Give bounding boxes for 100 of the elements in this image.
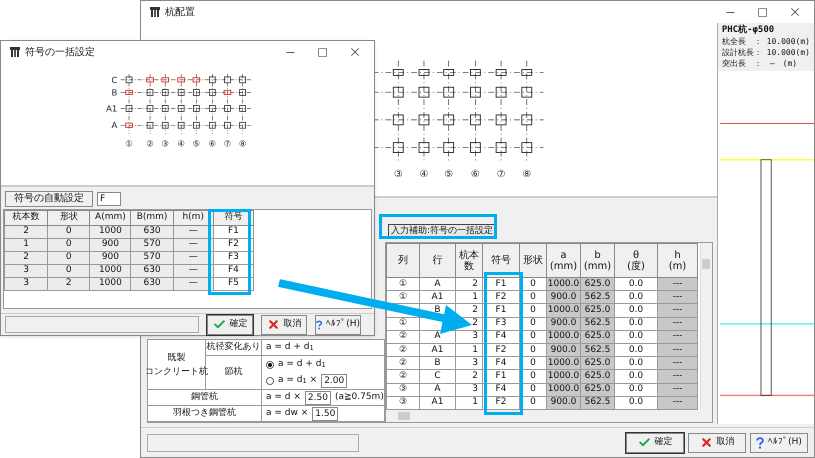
table-cell: A <box>420 278 456 291</box>
confirm-button[interactable]: 確定 <box>207 314 253 334</box>
pile-marker <box>496 86 506 98</box>
table-cell: C <box>420 370 456 383</box>
radio-button[interactable] <box>266 376 274 384</box>
formula-text: a = dw × <box>266 406 308 420</box>
column-label: ⑤ <box>192 138 200 148</box>
column-header: 列 <box>386 244 420 278</box>
table-cell: 1000.0 <box>546 330 580 344</box>
table-cell: --- <box>658 356 698 370</box>
table-cell: 1000.0 <box>546 383 580 396</box>
column-label: ④ <box>420 169 428 180</box>
table-cell: 570 <box>130 251 174 264</box>
pile-marker <box>470 142 481 153</box>
help-button[interactable]: ﾍﾙﾌﾟ(H) <box>315 314 361 334</box>
table-cell: ① <box>386 317 420 330</box>
auto-set-button[interactable]: 符号の自動設定 <box>5 191 93 207</box>
group-label: コンクリート杭 <box>145 366 208 378</box>
column-header: 形状 <box>48 210 90 225</box>
horizontal-scrollbar[interactable] <box>386 410 712 422</box>
table-cell: 1000.0 <box>546 370 580 383</box>
column-label: ⑧ <box>522 169 532 180</box>
pile-marker <box>125 122 133 128</box>
factor-field[interactable]: 2.50 <box>304 390 331 404</box>
table-cell: 562.5 <box>580 290 614 304</box>
pile-marker <box>443 142 454 153</box>
table-cell: 0.0 <box>614 304 658 318</box>
cancel-button[interactable]: 取消 <box>688 432 746 452</box>
check-icon <box>212 318 226 331</box>
table-cell: --- <box>658 383 698 396</box>
dialog-title: 符号の一括設定 <box>25 46 95 60</box>
table-cell: 630 <box>130 225 174 238</box>
table-cell: A1 <box>420 396 456 410</box>
help-button[interactable]: ﾍﾙﾌﾟ(H) <box>750 432 808 452</box>
column-label: ③ <box>161 138 169 148</box>
column-header: a (mm) <box>546 244 580 278</box>
row-label: A <box>111 120 118 130</box>
formula-text: a = d$_{1}$ × <box>278 374 318 388</box>
prefix-field[interactable]: F <box>97 192 121 206</box>
pile-marker <box>178 122 185 129</box>
table-cell: 1000.0 <box>546 278 580 291</box>
factor-field[interactable]: 2.00 <box>321 374 348 388</box>
column-header: h (m) <box>658 244 698 278</box>
pile-marker <box>126 76 132 84</box>
table-cell: 625.0 <box>580 383 614 396</box>
table-cell: 2 <box>4 225 48 238</box>
app-icon <box>149 6 161 18</box>
vertical-scrollbar[interactable] <box>700 243 712 410</box>
column-label: ⑧ <box>238 138 246 148</box>
table-cell: 鋼管杭 <box>148 390 262 406</box>
pile-marker <box>239 89 246 96</box>
cross-icon <box>266 318 280 331</box>
pile-marker <box>496 69 506 76</box>
pile-marker <box>521 114 532 126</box>
table-cell: 0.0 <box>614 290 658 304</box>
column-label: ⑥ <box>208 138 216 148</box>
pile-marker <box>392 86 404 98</box>
pile-marker <box>224 76 231 84</box>
pile-marker <box>239 76 246 84</box>
table-cell: ② <box>386 330 420 344</box>
pile-marker <box>392 142 404 153</box>
pile-marker <box>470 86 481 98</box>
column-header: 杭本数 <box>4 210 48 225</box>
formula-text: a = d × <box>266 390 301 404</box>
table-cell: 杭径変化あり <box>206 340 262 356</box>
table-cell: 0.0 <box>614 343 658 357</box>
maximize-icon[interactable] <box>757 6 768 18</box>
pile-marker <box>193 105 200 112</box>
table-cell: B <box>420 356 456 370</box>
column-label: ③ <box>394 169 403 180</box>
window-title: 杭配置 <box>165 6 195 20</box>
pile-marker <box>224 90 232 95</box>
table-cell: 900.0 <box>546 290 580 304</box>
maximize-icon[interactable] <box>317 46 328 58</box>
pile-marker <box>224 122 231 129</box>
pile-marker <box>162 122 169 129</box>
column-label: ④ <box>177 138 185 148</box>
cancel-button[interactable]: 取消 <box>261 314 307 334</box>
column-header: 行 <box>420 244 456 278</box>
table-cell: ② <box>386 343 420 357</box>
confirm-button[interactable]: 確定 <box>626 432 684 452</box>
pile-marker <box>239 122 246 129</box>
radio-button[interactable] <box>266 360 274 368</box>
table-cell: 630 <box>130 264 174 277</box>
pile-marker <box>192 77 200 82</box>
pile-marker <box>161 77 169 82</box>
pile-marker <box>146 122 154 129</box>
table-cell: 0 <box>48 264 90 277</box>
factor-field[interactable]: 1.50 <box>312 406 338 420</box>
table-cell: 570 <box>130 238 174 251</box>
table-cell: 625.0 <box>580 304 614 318</box>
pile-marker <box>177 77 185 82</box>
pile-marker <box>470 114 481 126</box>
pile-marker <box>418 86 430 98</box>
table-cell: 900.0 <box>546 317 580 330</box>
table-cell: 1000 <box>90 225 131 238</box>
table-cell: 3 <box>4 264 48 277</box>
pile-marker <box>193 89 200 96</box>
question-icon <box>316 318 322 330</box>
pile-marker <box>209 122 216 129</box>
